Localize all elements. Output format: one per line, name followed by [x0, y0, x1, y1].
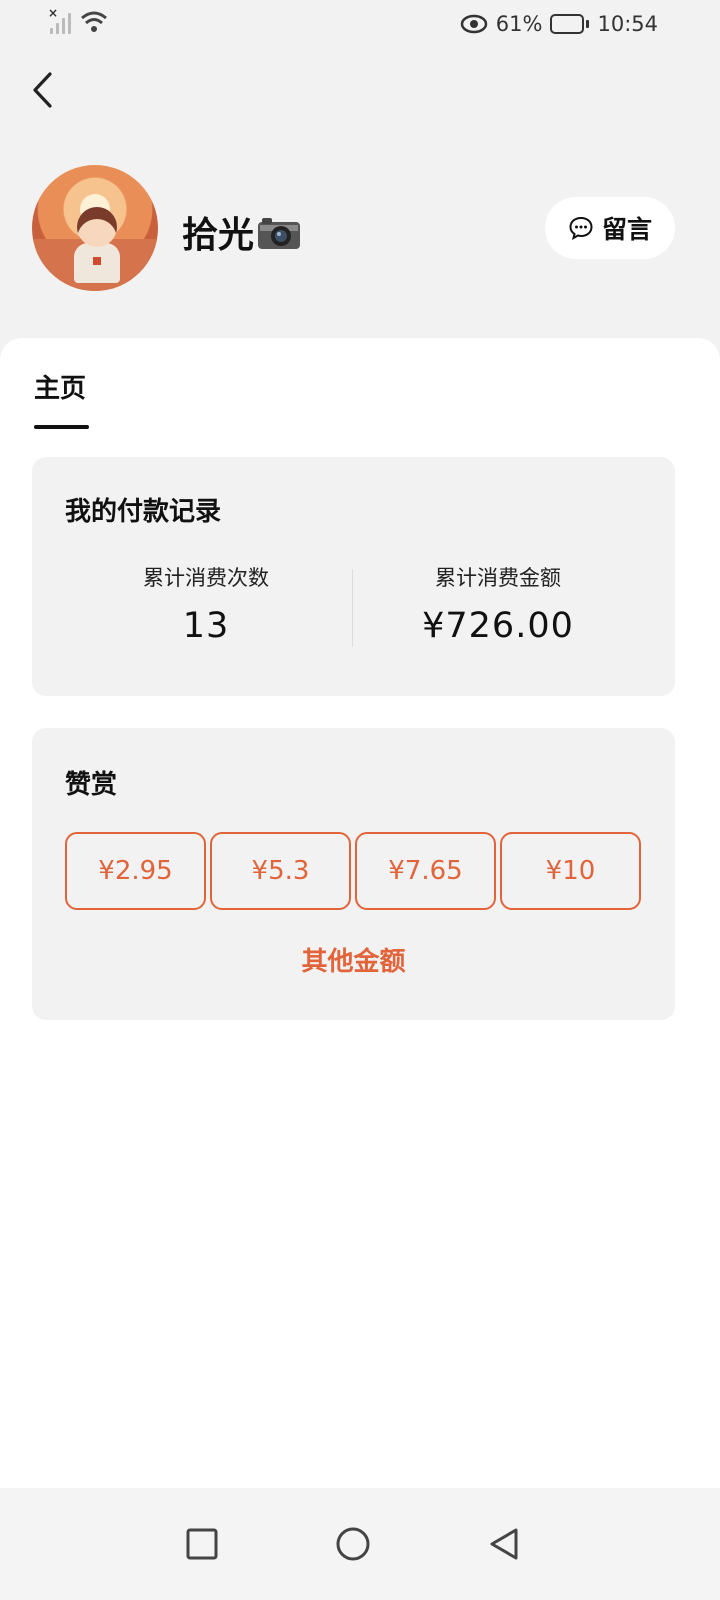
status-time: 10:54 — [597, 12, 658, 36]
home-icon[interactable] — [335, 1526, 371, 1562]
other-amount-button[interactable]: 其他金额 — [32, 941, 675, 978]
consumption-amount: 累计消费金额 ¥726.00 — [338, 562, 658, 646]
back-icon[interactable] — [486, 1526, 522, 1562]
consumption-count: 累计消费次数 13 — [46, 562, 366, 646]
tip-card: 赞赏 ¥2.95 ¥5.3 ¥7.65 ¥10 其他金额 — [32, 728, 675, 1020]
wifi-icon — [81, 11, 107, 32]
signal-icon: × — [48, 6, 72, 34]
battery-icon — [550, 14, 590, 34]
profile-name-text: 拾光 — [182, 215, 255, 256]
recent-apps-icon[interactable] — [184, 1526, 220, 1562]
profile-name: 拾光 — [182, 206, 302, 258]
consumption-count-label: 累计消费次数 — [143, 566, 269, 590]
tab-active-indicator — [34, 425, 89, 429]
payment-record-title: 我的付款记录 — [65, 497, 222, 527]
tip-amount-button[interactable]: ¥2.95 — [65, 832, 206, 910]
consumption-count-value: 13 — [182, 606, 230, 646]
avatar[interactable] — [32, 165, 158, 291]
battery-percent: 61% — [495, 12, 543, 36]
tip-amount-button[interactable]: ¥10 — [500, 832, 641, 910]
tab-home[interactable]: 主页 — [34, 368, 86, 405]
message-button[interactable]: 留言 — [545, 197, 675, 259]
consumption-amount-value: ¥726.00 — [422, 606, 574, 646]
tip-amount-button[interactable]: ¥7.65 — [355, 832, 496, 910]
camera-icon — [256, 215, 302, 249]
payment-record-card: 我的付款记录 累计消费次数 13 累计消费金额 ¥726.00 — [32, 457, 675, 696]
tip-title: 赞赏 — [65, 770, 118, 800]
back-button[interactable] — [22, 68, 66, 112]
message-button-label: 留言 — [601, 215, 652, 244]
chat-bubble-icon — [569, 216, 593, 240]
status-bar: × 61% 10:54 — [0, 0, 720, 50]
navigation-bar — [0, 1488, 720, 1600]
consumption-amount-label: 累计消费金额 — [435, 566, 561, 590]
chevron-left-icon — [33, 72, 52, 108]
eye-icon — [460, 14, 488, 34]
tip-amount-button[interactable]: ¥5.3 — [210, 832, 351, 910]
main-panel: 主页 我的付款记录 累计消费次数 13 累计消费金额 ¥726.00 赞赏 ¥2… — [0, 338, 720, 1488]
